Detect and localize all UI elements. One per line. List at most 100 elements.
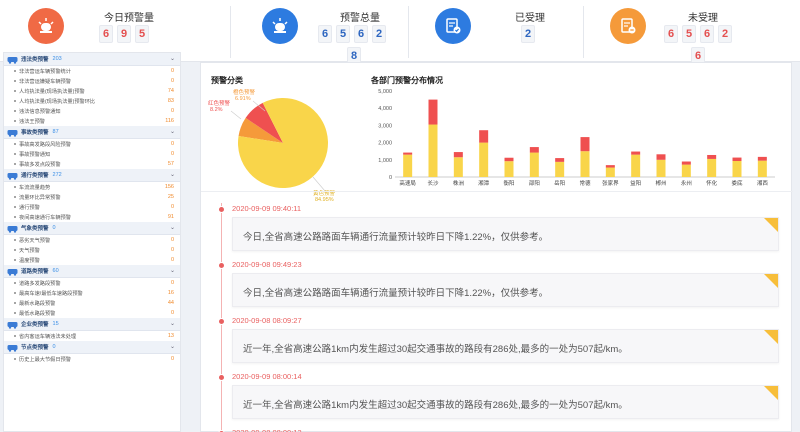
sidebar-item[interactable]: 天气预警 0	[4, 245, 180, 255]
sidebar-item-value: 0	[170, 257, 174, 263]
bar-segment[interactable]	[403, 154, 413, 177]
timeline-text: 今日,全省高速公路路面车辆通行流量预计较昨日下降1.22%，仅供参考。	[243, 232, 549, 243]
sidebar-item[interactable]: 事故预警通知 0	[4, 149, 180, 159]
timeline-dot	[218, 374, 225, 381]
bar-segment[interactable]	[757, 156, 767, 161]
bar-segment[interactable]	[707, 158, 717, 177]
pie-chart: 橙色预警 6.91% 红色预警 8.2% 黄色预警 84.95%	[205, 85, 355, 205]
sidebar-item[interactable]: 事故多发点段预警 57	[4, 159, 180, 169]
sidebar-item[interactable]: 道路多发路段预警 0	[4, 278, 180, 288]
group-header[interactable]: 事故类预警 87 ⌄	[4, 126, 180, 139]
bar-segment[interactable]	[580, 137, 590, 152]
chevron-down-icon[interactable]: ⌄	[170, 267, 175, 274]
sidebar-item[interactable]: 夜间高速通行车辆预警 91	[4, 212, 180, 222]
bar-segment[interactable]	[656, 154, 666, 160]
bar-segment[interactable]	[605, 167, 615, 177]
bar-segment[interactable]	[707, 154, 717, 159]
sidebar-item-value: 74	[167, 88, 174, 94]
bar-segment[interactable]	[504, 157, 514, 162]
x-tick-label: 邵阳	[529, 179, 540, 187]
chevron-down-icon[interactable]: ⌄	[170, 224, 175, 231]
sidebar-item[interactable]: 最高车速/最低车速路段预警 16	[4, 288, 180, 298]
bar-segment[interactable]	[453, 157, 463, 177]
sidebar-item[interactable]: 最新水路段预警 44	[4, 298, 180, 308]
bullet-icon	[14, 358, 16, 360]
chevron-down-icon[interactable]: ⌄	[170, 128, 175, 135]
timeline-card[interactable]: 今日,全省高速公路路面车辆通行流量预计较昨日下降1.22%，仅供参考。	[232, 217, 779, 251]
bar-segment[interactable]	[757, 160, 767, 177]
x-tick-label: 永州	[681, 179, 692, 187]
bar-segment[interactable]	[580, 151, 590, 177]
bar-segment[interactable]	[732, 161, 742, 177]
sidebar-item[interactable]: 违法王预警 116	[4, 116, 180, 126]
group-header[interactable]: 气象类预警 0 ⌄	[4, 222, 180, 235]
stat-pending[interactable]: 未受理 6 5 6 2 6	[610, 0, 795, 65]
bullet-icon	[14, 206, 16, 208]
sidebar-item-label: 恶劣天气预警	[19, 237, 51, 244]
bar-segment[interactable]	[631, 154, 641, 177]
bullet-icon	[14, 249, 16, 251]
bar-segment[interactable]	[681, 164, 691, 177]
sidebar-item[interactable]: 人均执法量(现场执法量)预警环比 83	[4, 96, 180, 106]
bullet-icon	[14, 90, 16, 92]
sidebar-item[interactable]: 事故高发路段风险预警 0	[4, 139, 180, 149]
group-count: 0	[52, 225, 56, 231]
sidebar-item[interactable]: 非法营运车辆预警统计 0	[4, 66, 180, 76]
timeline-time: 2020-09-08 08:00:13	[232, 428, 302, 432]
bar-segment[interactable]	[732, 157, 742, 162]
group-header[interactable]: 道路类预警 60 ⌄	[4, 265, 180, 278]
timeline-card[interactable]: 今日,全省高速公路路面车辆通行流量预计较昨日下降1.22%，仅供参考。	[232, 273, 779, 307]
chevron-down-icon[interactable]: ⌄	[170, 343, 175, 350]
chevron-down-icon[interactable]: ⌄	[170, 320, 175, 327]
sidebar-item[interactable]: 最低水路段预警 0	[4, 308, 180, 318]
bar-segment[interactable]	[605, 165, 615, 168]
bullet-icon	[14, 120, 16, 122]
sidebar-item[interactable]: 违法信息预警通知 0	[4, 106, 180, 116]
bar-segment[interactable]	[479, 142, 489, 177]
bar-segment[interactable]	[479, 130, 489, 143]
bar-segment[interactable]	[504, 161, 514, 177]
group-header[interactable]: 通行类预警 272 ⌄	[4, 169, 180, 182]
group-header[interactable]: 企业类预警 15 ⌄	[4, 318, 180, 331]
stat-label: 未受理	[688, 13, 718, 24]
sidebar-item-label: 事故预警通知	[19, 151, 51, 158]
bar-segment[interactable]	[428, 124, 438, 177]
sidebar-item-label: 事故高发路段风险预警	[19, 141, 71, 148]
bar-segment[interactable]	[428, 99, 438, 125]
sidebar-item-label: 历史上最大节假日预警	[19, 356, 71, 363]
sidebar-item[interactable]: 省内客运车辆违法未处理 13	[4, 331, 180, 341]
bar-segment[interactable]	[403, 152, 413, 155]
bar-segment[interactable]	[656, 159, 666, 177]
sidebar-item-label: 车流流量趋势	[19, 184, 51, 191]
sidebar-item[interactable]: 流量环比异常预警 25	[4, 192, 180, 202]
stat-label: 已受理	[515, 13, 545, 24]
timeline-card[interactable]: 近一年,全省高速公路1km内发生超过30起交通事故的路段有286处,最多的一处为…	[232, 329, 779, 363]
group-header[interactable]: 节点类预警 0 ⌄	[4, 341, 180, 354]
bar-segment[interactable]	[681, 161, 691, 165]
bar-segment[interactable]	[555, 158, 565, 162]
car-crash-icon	[7, 129, 18, 137]
bar-segment[interactable]	[529, 152, 539, 177]
bar-segment[interactable]	[453, 152, 463, 158]
sidebar-item[interactable]: 恶劣天气预警 0	[4, 235, 180, 245]
sidebar-item[interactable]: 历史上最大节假日预警 0	[4, 354, 180, 364]
bar-segment[interactable]	[529, 147, 539, 153]
x-tick-label: 岳阳	[554, 179, 565, 187]
bullet-icon	[14, 110, 16, 112]
group-header[interactable]: 违法类预警 203 ⌄	[4, 53, 180, 66]
sidebar-item-value: 0	[170, 68, 174, 74]
timeline-card[interactable]: 近一年,全省高速公路1km内发生超过30起交通事故的路段有286处,最多的一处为…	[232, 385, 779, 419]
pie-label: 红色预警 8.2%	[208, 99, 231, 113]
chevron-down-icon[interactable]: ⌄	[170, 55, 175, 62]
stat-accepted[interactable]: 已受理 2	[435, 0, 575, 62]
bar-segment[interactable]	[631, 151, 641, 155]
sidebar-item[interactable]: 车流流量趋势 156	[4, 182, 180, 192]
sidebar-item[interactable]: 非法营运嫌疑车辆预警 0	[4, 76, 180, 86]
chevron-down-icon[interactable]: ⌄	[170, 171, 175, 178]
sidebar-item[interactable]: 通行预警 0	[4, 202, 180, 212]
sidebar-item[interactable]: 温度预警 0	[4, 255, 180, 265]
stat-total[interactable]: 预警总量 6 5 6 2 8	[262, 0, 402, 65]
bullet-icon	[14, 292, 16, 294]
bar-segment[interactable]	[555, 161, 565, 177]
sidebar-item[interactable]: 人均执法量(现场执法量)预警 74	[4, 86, 180, 96]
